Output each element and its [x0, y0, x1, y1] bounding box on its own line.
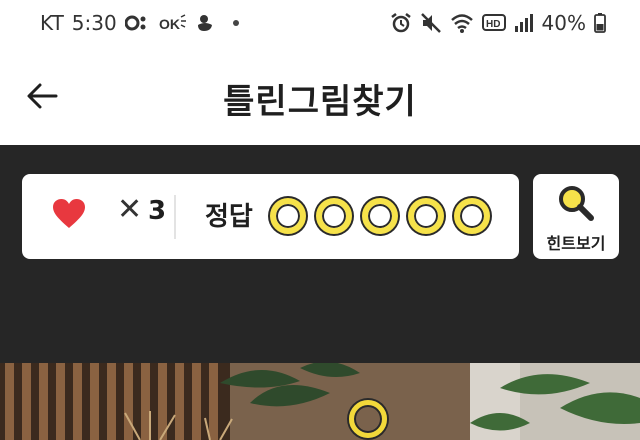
answer-slot — [408, 198, 444, 234]
answer-slot — [316, 198, 352, 234]
carrier-label: KT — [40, 11, 64, 35]
svg-text:OK: OK — [159, 16, 180, 32]
talk-notification-icon — [124, 11, 151, 35]
app-bar: 틀린그림찾기 — [0, 48, 640, 145]
status-right: HD 40% — [390, 11, 606, 35]
answer-slot — [362, 198, 398, 234]
hd-voice-icon: HD — [481, 11, 506, 35]
score-panel: ✕ 3 정답 — [22, 174, 519, 259]
answer-slots — [270, 198, 490, 234]
alarm-icon — [390, 11, 412, 35]
heart-icon — [53, 199, 85, 228]
status-left: KT 5:30 OK — [40, 11, 239, 35]
svg-text:HD: HD — [486, 19, 500, 30]
hint-label: 힌트보기 — [546, 234, 606, 253]
lives-multiplier-sign: ✕ — [117, 192, 143, 227]
answer-slot — [454, 198, 490, 234]
game-area: ✕ 3 정답 힌트보기 — [0, 145, 640, 363]
more-notifications-dot — [232, 20, 239, 26]
answer-label: 정답 — [205, 202, 253, 232]
clock: 5:30 — [71, 11, 117, 35]
magnifier-icon — [559, 186, 594, 221]
puzzle-image[interactable] — [0, 363, 640, 440]
battery-icon — [594, 11, 606, 35]
mute-icon — [420, 11, 442, 35]
ok-notification-icon: OK — [159, 11, 187, 35]
hint-button[interactable]: 힌트보기 — [533, 174, 619, 259]
found-difference-marker — [349, 400, 387, 438]
battery-percent: 40% — [541, 11, 586, 35]
answer-slot — [270, 198, 306, 234]
puzzle-scene — [0, 363, 640, 440]
page-title: 틀린그림찾기 — [223, 82, 417, 122]
duck-notification-icon — [195, 11, 215, 35]
lives-count: 3 — [148, 196, 167, 226]
signal-icon — [514, 11, 534, 35]
panel-divider — [174, 195, 176, 239]
status-bar: KT 5:30 OK HD 40% — [0, 0, 640, 48]
wifi-icon — [450, 11, 474, 35]
